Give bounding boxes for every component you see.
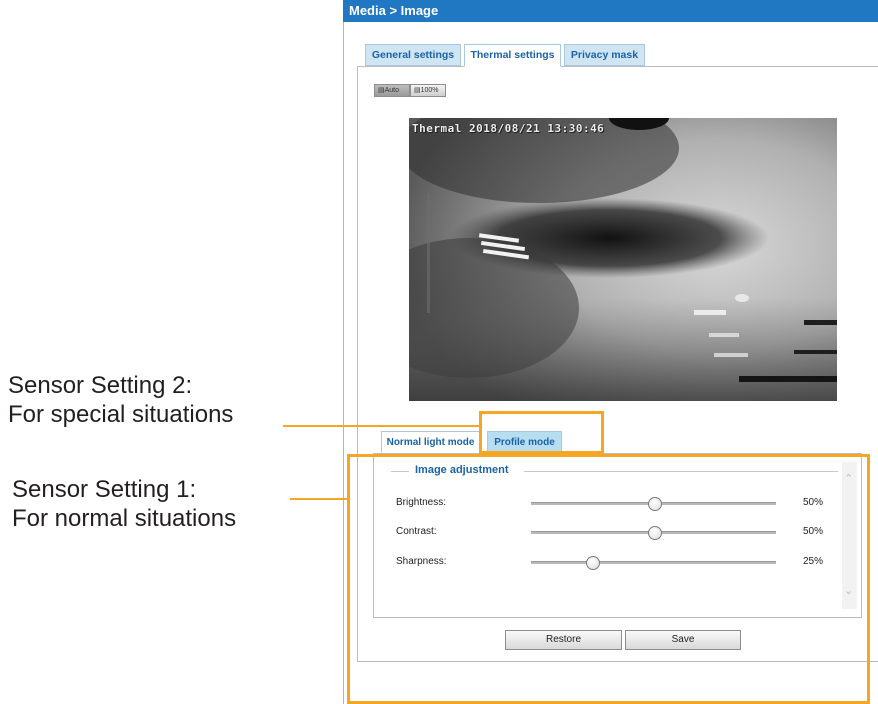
callout-setting1-desc: For normal situations bbox=[12, 505, 237, 532]
callout-setting2-title: Sensor Setting 2: bbox=[8, 372, 193, 399]
view-auto-label: Auto bbox=[384, 87, 400, 94]
view-auto-button[interactable]: ▤Auto bbox=[374, 84, 410, 97]
left-divider bbox=[343, 22, 344, 704]
callout-setting2: Sensor Setting 2: For special situations bbox=[8, 371, 233, 429]
tab-general-settings[interactable]: General settings bbox=[365, 44, 461, 66]
callout-setting2-desc: For special situations bbox=[8, 401, 234, 428]
thermal-preview-image: Thermal 2018/08/21 13:30:46 bbox=[409, 118, 837, 401]
leader-line-setting-2 bbox=[283, 425, 480, 427]
preview-timestamp: Thermal 2018/08/21 13:30:46 bbox=[412, 122, 605, 135]
leader-line-setting-1 bbox=[290, 498, 349, 500]
tab-normal-light-mode[interactable]: Normal light mode bbox=[381, 431, 480, 453]
view-100-label: 100% bbox=[420, 87, 439, 94]
callout-setting1: Sensor Setting 1: For normal situations bbox=[12, 475, 236, 533]
highlight-sensor-setting-2 bbox=[479, 411, 604, 454]
highlight-sensor-setting-1 bbox=[347, 454, 870, 704]
fit-icon: ▤ bbox=[378, 87, 385, 94]
view-100-button[interactable]: ▤100% bbox=[410, 84, 446, 97]
actual-size-icon: ▤ bbox=[414, 87, 421, 94]
tab-privacy-mask[interactable]: Privacy mask bbox=[564, 44, 645, 66]
callout-setting1-title: Sensor Setting 1: bbox=[12, 476, 197, 503]
thermal-scene bbox=[409, 118, 837, 401]
tab-thermal-settings[interactable]: Thermal settings bbox=[464, 44, 561, 67]
page-header: Media > Image bbox=[343, 0, 878, 22]
